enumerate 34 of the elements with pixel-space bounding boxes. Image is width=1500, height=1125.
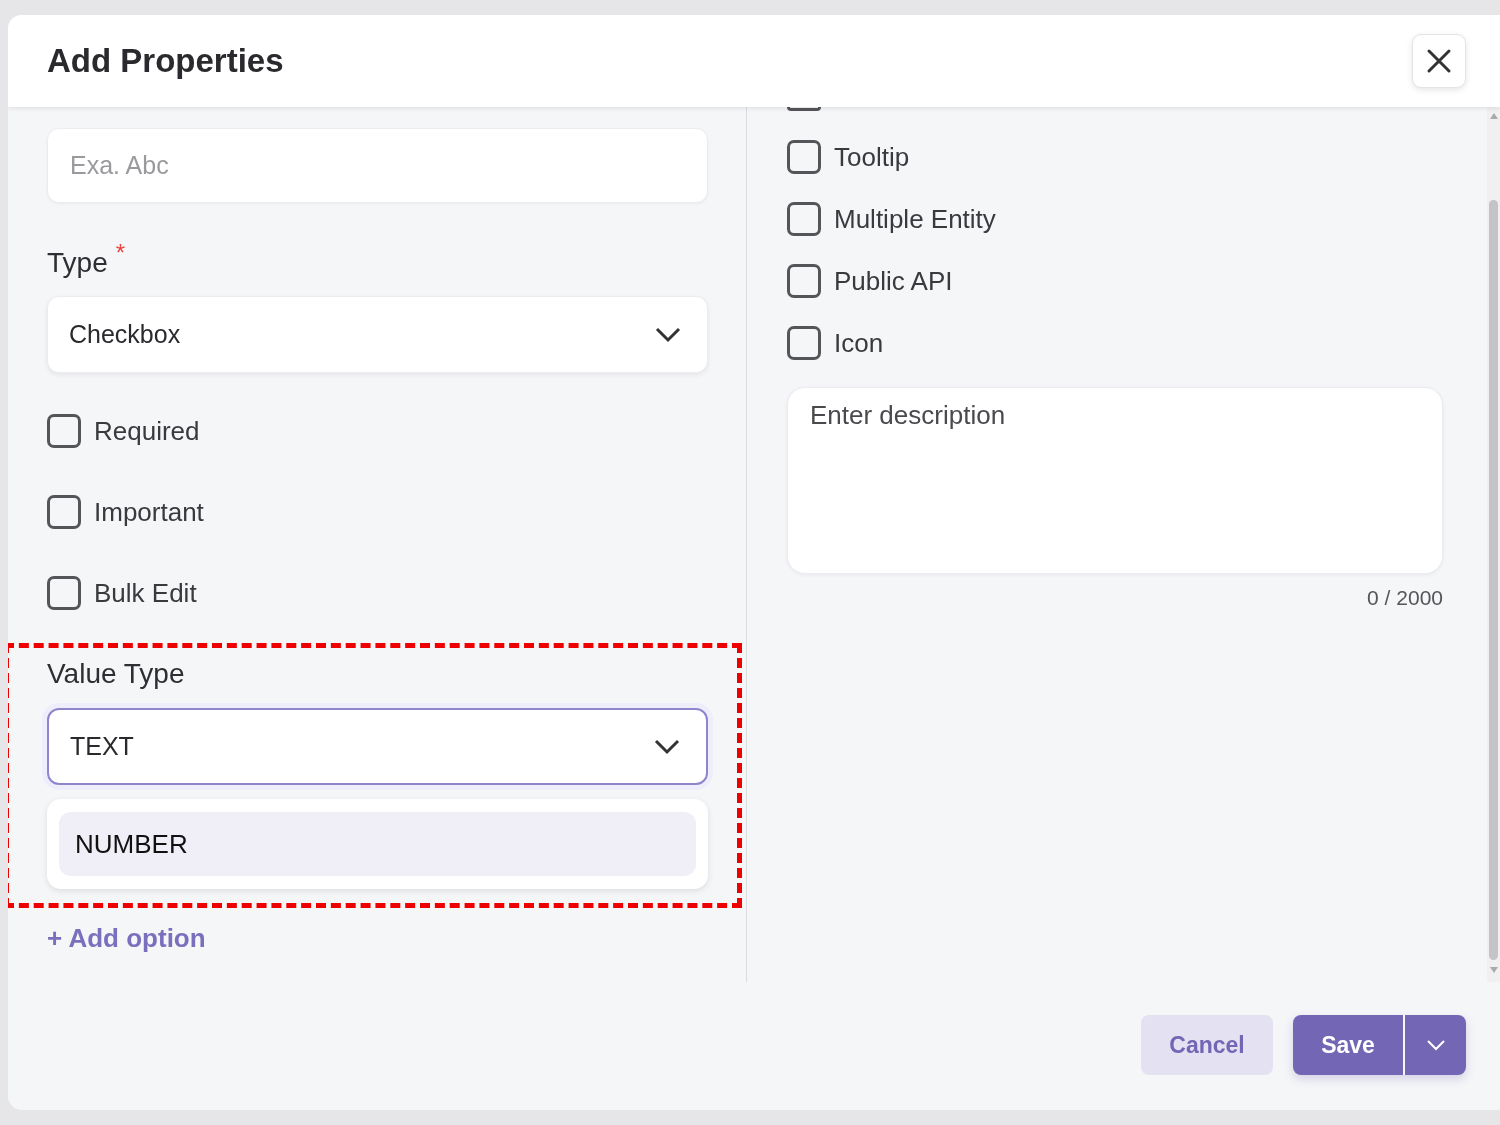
checkbox-label: Important <box>94 496 204 528</box>
checkbox-label: Multiple Entity <box>834 203 996 235</box>
close-button[interactable] <box>1412 34 1466 88</box>
value-type-label: Value Type <box>47 659 186 689</box>
checkbox-label: Tooltip <box>834 141 910 173</box>
dropdown-option[interactable]: NUMBER <box>59 812 696 876</box>
description-text-area[interactable]: Enter description <box>787 387 1443 574</box>
chevron-down-icon <box>1425 1039 1446 1051</box>
checkbox[interactable] <box>47 576 81 610</box>
checkbox-label: Bulk Edit <box>94 577 197 609</box>
checkbox[interactable] <box>787 202 821 236</box>
checkbox[interactable] <box>787 107 821 111</box>
checkbox-label: Icon <box>834 327 884 359</box>
chevron-down-icon <box>654 738 680 755</box>
character-counter: 0 / 2000 <box>1367 586 1443 610</box>
close-icon <box>1426 48 1452 74</box>
save-button[interactable]: Save <box>1293 1015 1403 1075</box>
name-input-field[interactable]: Exa. Abc <box>47 128 708 203</box>
add-option-link[interactable]: + Add option <box>47 923 206 953</box>
cancel-button[interactable]: Cancel <box>1141 1015 1273 1075</box>
type-label: Type <box>47 248 108 278</box>
checkbox[interactable] <box>47 495 81 529</box>
scrollbar[interactable] <box>1487 107 1500 982</box>
checkbox[interactable] <box>47 414 81 448</box>
checkbox-label: Required <box>94 415 200 447</box>
checkbox-label: Public API <box>834 265 953 297</box>
checkbox[interactable] <box>787 326 821 360</box>
checkbox[interactable] <box>787 140 821 174</box>
type-select[interactable]: Checkbox <box>47 296 708 373</box>
required-mark: * <box>115 238 126 268</box>
checkbox[interactable] <box>787 264 821 298</box>
scrollbar-thumb[interactable] <box>1489 200 1498 960</box>
chevron-down-icon <box>655 326 681 343</box>
dialog-title: Add Properties <box>47 42 284 80</box>
